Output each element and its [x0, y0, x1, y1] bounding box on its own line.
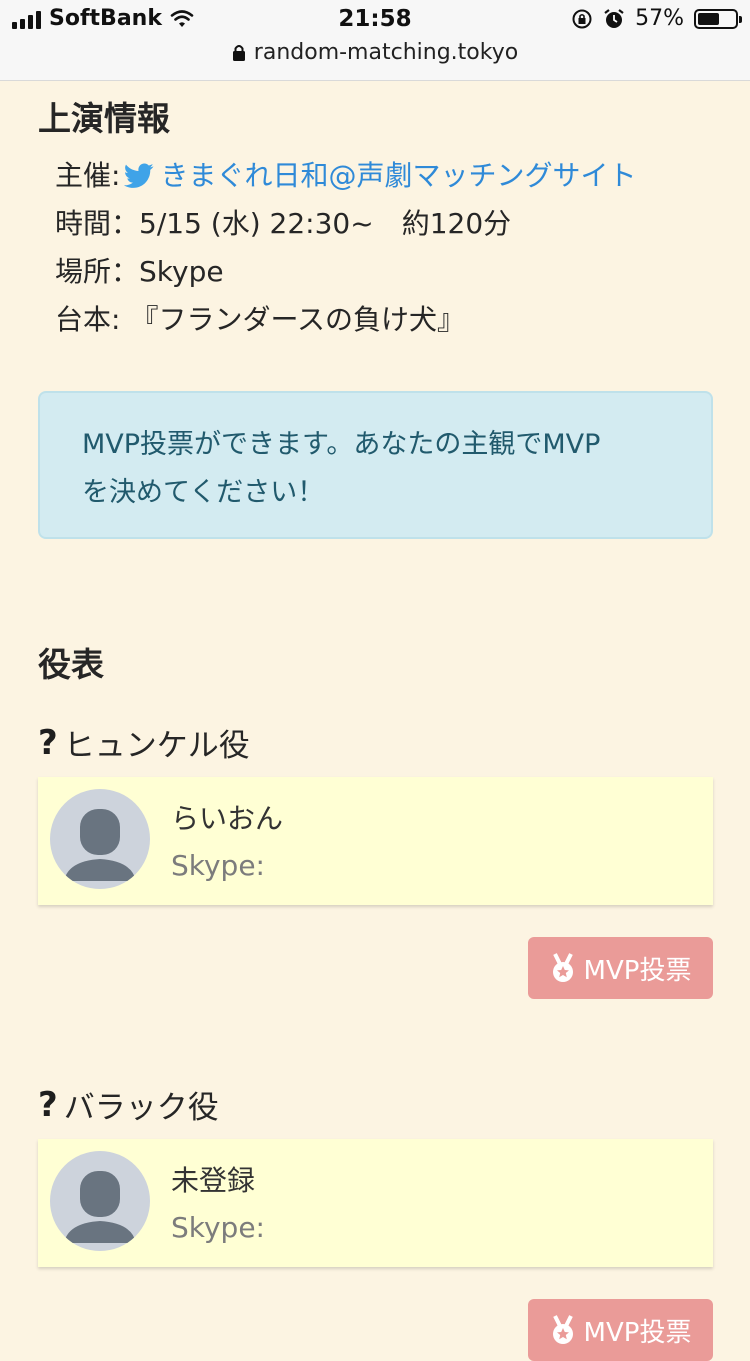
- cast-card: らいおん Skype:: [38, 777, 713, 905]
- performer-skype: Skype:: [171, 849, 265, 882]
- twitter-bird-icon: [124, 163, 154, 188]
- place-value: Skype: [139, 255, 224, 288]
- host-link[interactable]: きまぐれ日和@声劇マッチングサイト: [160, 152, 636, 200]
- medal-icon: [552, 1315, 573, 1344]
- mvp-vote-label: MVP投票: [583, 1317, 692, 1348]
- battery-icon: [694, 8, 742, 29]
- performer-name: 未登録: [171, 1164, 256, 1197]
- question-icon: ?: [38, 722, 58, 763]
- notice-line-2: を決めてください！: [82, 477, 325, 508]
- avatar-icon: [50, 789, 150, 889]
- cast-card: 未登録 Skype:: [38, 1139, 713, 1267]
- script-row: 台本: 『フランダースの負け犬』: [55, 296, 636, 344]
- host-label: 主催:: [55, 159, 121, 192]
- mvp-vote-button[interactable]: MVP投票: [528, 937, 713, 999]
- mvp-notice: MVP投票ができます。あなたの主観でMVP を決めてください！: [38, 391, 713, 539]
- status-right: 57%: [571, 6, 742, 31]
- medal-icon: [552, 953, 573, 982]
- notice-line-1: MVP投票ができます。あなたの主観でMVP: [82, 429, 601, 460]
- alarm-icon: [604, 8, 624, 28]
- time-label: 時間：: [55, 207, 140, 240]
- performance-info: 主催: きまぐれ日和@声劇マッチングサイト 時間： 5/15 (水) 22:30…: [55, 152, 636, 344]
- lock-icon: [232, 45, 245, 61]
- time-value: 5/15 (水) 22:30~ 約120分: [139, 207, 512, 240]
- role-heading: ? ヒュンケル役: [38, 720, 250, 765]
- role-name: ヒュンケル役: [63, 728, 250, 764]
- time-row: 時間： 5/15 (水) 22:30~ 約120分: [55, 200, 636, 248]
- avatar-icon: [50, 1151, 150, 1251]
- question-icon: ?: [38, 1084, 58, 1125]
- url-bar[interactable]: random-matching.tokyo: [0, 40, 750, 65]
- mvp-vote-button[interactable]: MVP投票: [528, 1299, 713, 1361]
- status-bar: SoftBank 21:58 57% random-matching.tokyo: [0, 0, 750, 81]
- role-name: バラック役: [63, 1090, 219, 1126]
- script-value: 『フランダースの負け犬』: [130, 303, 466, 336]
- place-row: 場所： Skype: [55, 248, 636, 296]
- mvp-vote-label: MVP投票: [583, 955, 692, 986]
- host-row: 主催: きまぐれ日和@声劇マッチングサイト: [55, 152, 636, 200]
- orientation-lock-icon: [572, 9, 592, 28]
- role-heading: ? バラック役: [38, 1082, 219, 1127]
- cast-title: 役表: [38, 645, 104, 684]
- performer-skype: Skype:: [171, 1211, 265, 1244]
- performance-title: 上演情報: [38, 99, 170, 138]
- url-text[interactable]: random-matching.tokyo: [254, 40, 518, 65]
- performer-name: らいおん: [171, 802, 284, 835]
- place-label: 場所：: [55, 255, 140, 288]
- script-label: 台本:: [55, 303, 121, 336]
- battery-percent: 57%: [635, 6, 684, 31]
